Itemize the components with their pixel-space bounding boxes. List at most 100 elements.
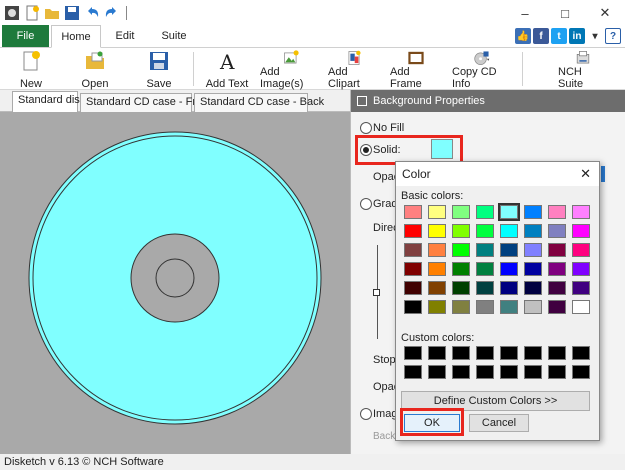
custom-color-swatch[interactable] bbox=[548, 365, 566, 379]
basic-color-swatch[interactable] bbox=[524, 262, 542, 276]
solid-color-swatch[interactable] bbox=[431, 139, 453, 159]
basic-color-swatch[interactable] bbox=[524, 224, 542, 238]
basic-color-swatch[interactable] bbox=[428, 205, 446, 219]
basic-color-swatch[interactable] bbox=[572, 205, 590, 219]
disc-preview[interactable] bbox=[0, 112, 350, 454]
design-canvas[interactable] bbox=[0, 112, 350, 454]
basic-color-swatch[interactable] bbox=[404, 243, 422, 257]
basic-color-swatch[interactable] bbox=[452, 262, 470, 276]
new-button[interactable]: New bbox=[12, 50, 50, 90]
basic-color-swatch[interactable] bbox=[476, 205, 494, 219]
custom-color-swatch[interactable] bbox=[452, 346, 470, 360]
basic-color-swatch[interactable] bbox=[524, 281, 542, 295]
basic-color-swatch[interactable] bbox=[548, 300, 566, 314]
basic-color-swatch[interactable] bbox=[404, 224, 422, 238]
add-frame-button[interactable]: Add Frame bbox=[390, 50, 442, 90]
basic-color-swatch[interactable] bbox=[500, 243, 518, 257]
basic-color-swatch[interactable] bbox=[452, 243, 470, 257]
ok-button[interactable]: OK bbox=[404, 414, 460, 432]
close-window-button[interactable]: ✕ bbox=[585, 0, 625, 26]
custom-color-swatch[interactable] bbox=[572, 346, 590, 360]
save-button[interactable]: Save bbox=[140, 50, 178, 90]
tab-file[interactable]: File bbox=[2, 25, 49, 47]
basic-color-swatch[interactable] bbox=[524, 300, 542, 314]
basic-color-swatch[interactable] bbox=[500, 281, 518, 295]
basic-color-swatch[interactable] bbox=[476, 243, 494, 257]
basic-color-swatch[interactable] bbox=[500, 224, 518, 238]
basic-color-swatch[interactable] bbox=[500, 300, 518, 314]
basic-color-swatch[interactable] bbox=[428, 224, 446, 238]
basic-color-swatch[interactable] bbox=[572, 243, 590, 257]
custom-color-swatch[interactable] bbox=[524, 346, 542, 360]
basic-color-swatch[interactable] bbox=[548, 224, 566, 238]
basic-color-swatch[interactable] bbox=[404, 281, 422, 295]
define-custom-colors-button[interactable]: Define Custom Colors >> bbox=[401, 391, 590, 411]
basic-color-swatch[interactable] bbox=[404, 300, 422, 314]
basic-color-swatch[interactable] bbox=[476, 281, 494, 295]
custom-color-swatch[interactable] bbox=[428, 365, 446, 379]
basic-color-swatch[interactable] bbox=[428, 300, 446, 314]
cancel-button[interactable]: Cancel bbox=[469, 414, 529, 432]
basic-color-swatch[interactable] bbox=[428, 243, 446, 257]
basic-color-swatch[interactable] bbox=[548, 243, 566, 257]
basic-color-swatch[interactable] bbox=[452, 281, 470, 295]
redo-icon[interactable] bbox=[104, 5, 120, 21]
no-fill-radio[interactable] bbox=[360, 122, 372, 134]
open-button[interactable]: Open bbox=[76, 50, 114, 90]
add-clipart-button[interactable]: Add Clipart bbox=[328, 50, 380, 90]
add-text-button[interactable]: A Add Text bbox=[202, 50, 252, 90]
gradient-handle[interactable] bbox=[373, 289, 380, 296]
collapse-icon[interactable] bbox=[357, 96, 367, 106]
chevron-down-icon[interactable]: ▾ bbox=[587, 28, 603, 44]
close-icon[interactable]: ✕ bbox=[580, 166, 591, 182]
custom-color-swatch[interactable] bbox=[548, 346, 566, 360]
basic-color-swatch[interactable] bbox=[452, 205, 470, 219]
copy-cd-info-button[interactable]: Copy CD Info bbox=[452, 50, 512, 90]
open-icon[interactable] bbox=[44, 5, 60, 21]
basic-color-swatch[interactable] bbox=[524, 243, 542, 257]
custom-color-swatch[interactable] bbox=[476, 346, 494, 360]
minimize-button[interactable]: – bbox=[505, 0, 545, 26]
custom-color-swatch[interactable] bbox=[500, 365, 518, 379]
image-radio[interactable] bbox=[360, 408, 372, 420]
custom-color-swatch[interactable] bbox=[572, 365, 590, 379]
facebook-icon[interactable]: f bbox=[533, 28, 549, 44]
basic-color-swatch[interactable] bbox=[548, 281, 566, 295]
basic-color-swatch[interactable] bbox=[572, 300, 590, 314]
solid-radio[interactable] bbox=[360, 144, 372, 156]
tab-suite[interactable]: Suite bbox=[149, 25, 199, 47]
tab-standard-disc[interactable]: Standard disc bbox=[12, 91, 85, 112]
custom-color-swatch[interactable] bbox=[524, 365, 542, 379]
new-icon[interactable] bbox=[24, 5, 40, 21]
basic-color-swatch[interactable] bbox=[428, 281, 446, 295]
custom-color-swatch[interactable] bbox=[404, 346, 422, 360]
basic-color-swatch[interactable] bbox=[428, 262, 446, 276]
basic-color-swatch[interactable] bbox=[476, 300, 494, 314]
tab-cd-case-back[interactable]: Standard CD case - Back bbox=[194, 93, 324, 112]
nch-suite-button[interactable]: NCH Suite bbox=[558, 50, 608, 90]
undo-icon[interactable] bbox=[84, 5, 100, 21]
basic-color-swatch[interactable] bbox=[498, 203, 520, 221]
tab-home[interactable]: Home bbox=[51, 25, 101, 48]
basic-color-swatch[interactable] bbox=[452, 300, 470, 314]
basic-color-swatch[interactable] bbox=[452, 224, 470, 238]
tab-cd-case-front[interactable]: Standard CD case - Front bbox=[80, 93, 211, 112]
basic-color-swatch[interactable] bbox=[476, 224, 494, 238]
basic-color-swatch[interactable] bbox=[524, 205, 542, 219]
save-icon[interactable] bbox=[64, 5, 80, 21]
basic-color-swatch[interactable] bbox=[572, 281, 590, 295]
basic-color-swatch[interactable] bbox=[572, 224, 590, 238]
tab-edit[interactable]: Edit bbox=[101, 25, 149, 47]
basic-color-swatch[interactable] bbox=[548, 262, 566, 276]
basic-color-swatch[interactable] bbox=[500, 262, 518, 276]
twitter-icon[interactable]: t bbox=[551, 28, 567, 44]
maximize-button[interactable]: □ bbox=[545, 0, 585, 26]
linkedin-icon[interactable]: in bbox=[569, 28, 585, 44]
basic-color-swatch[interactable] bbox=[404, 262, 422, 276]
custom-color-swatch[interactable] bbox=[452, 365, 470, 379]
help-icon[interactable]: ? bbox=[605, 28, 621, 44]
like-icon[interactable]: 👍 bbox=[515, 28, 531, 44]
basic-color-swatch[interactable] bbox=[404, 205, 422, 219]
add-images-button[interactable]: Add Image(s) bbox=[260, 50, 322, 90]
custom-color-swatch[interactable] bbox=[404, 365, 422, 379]
